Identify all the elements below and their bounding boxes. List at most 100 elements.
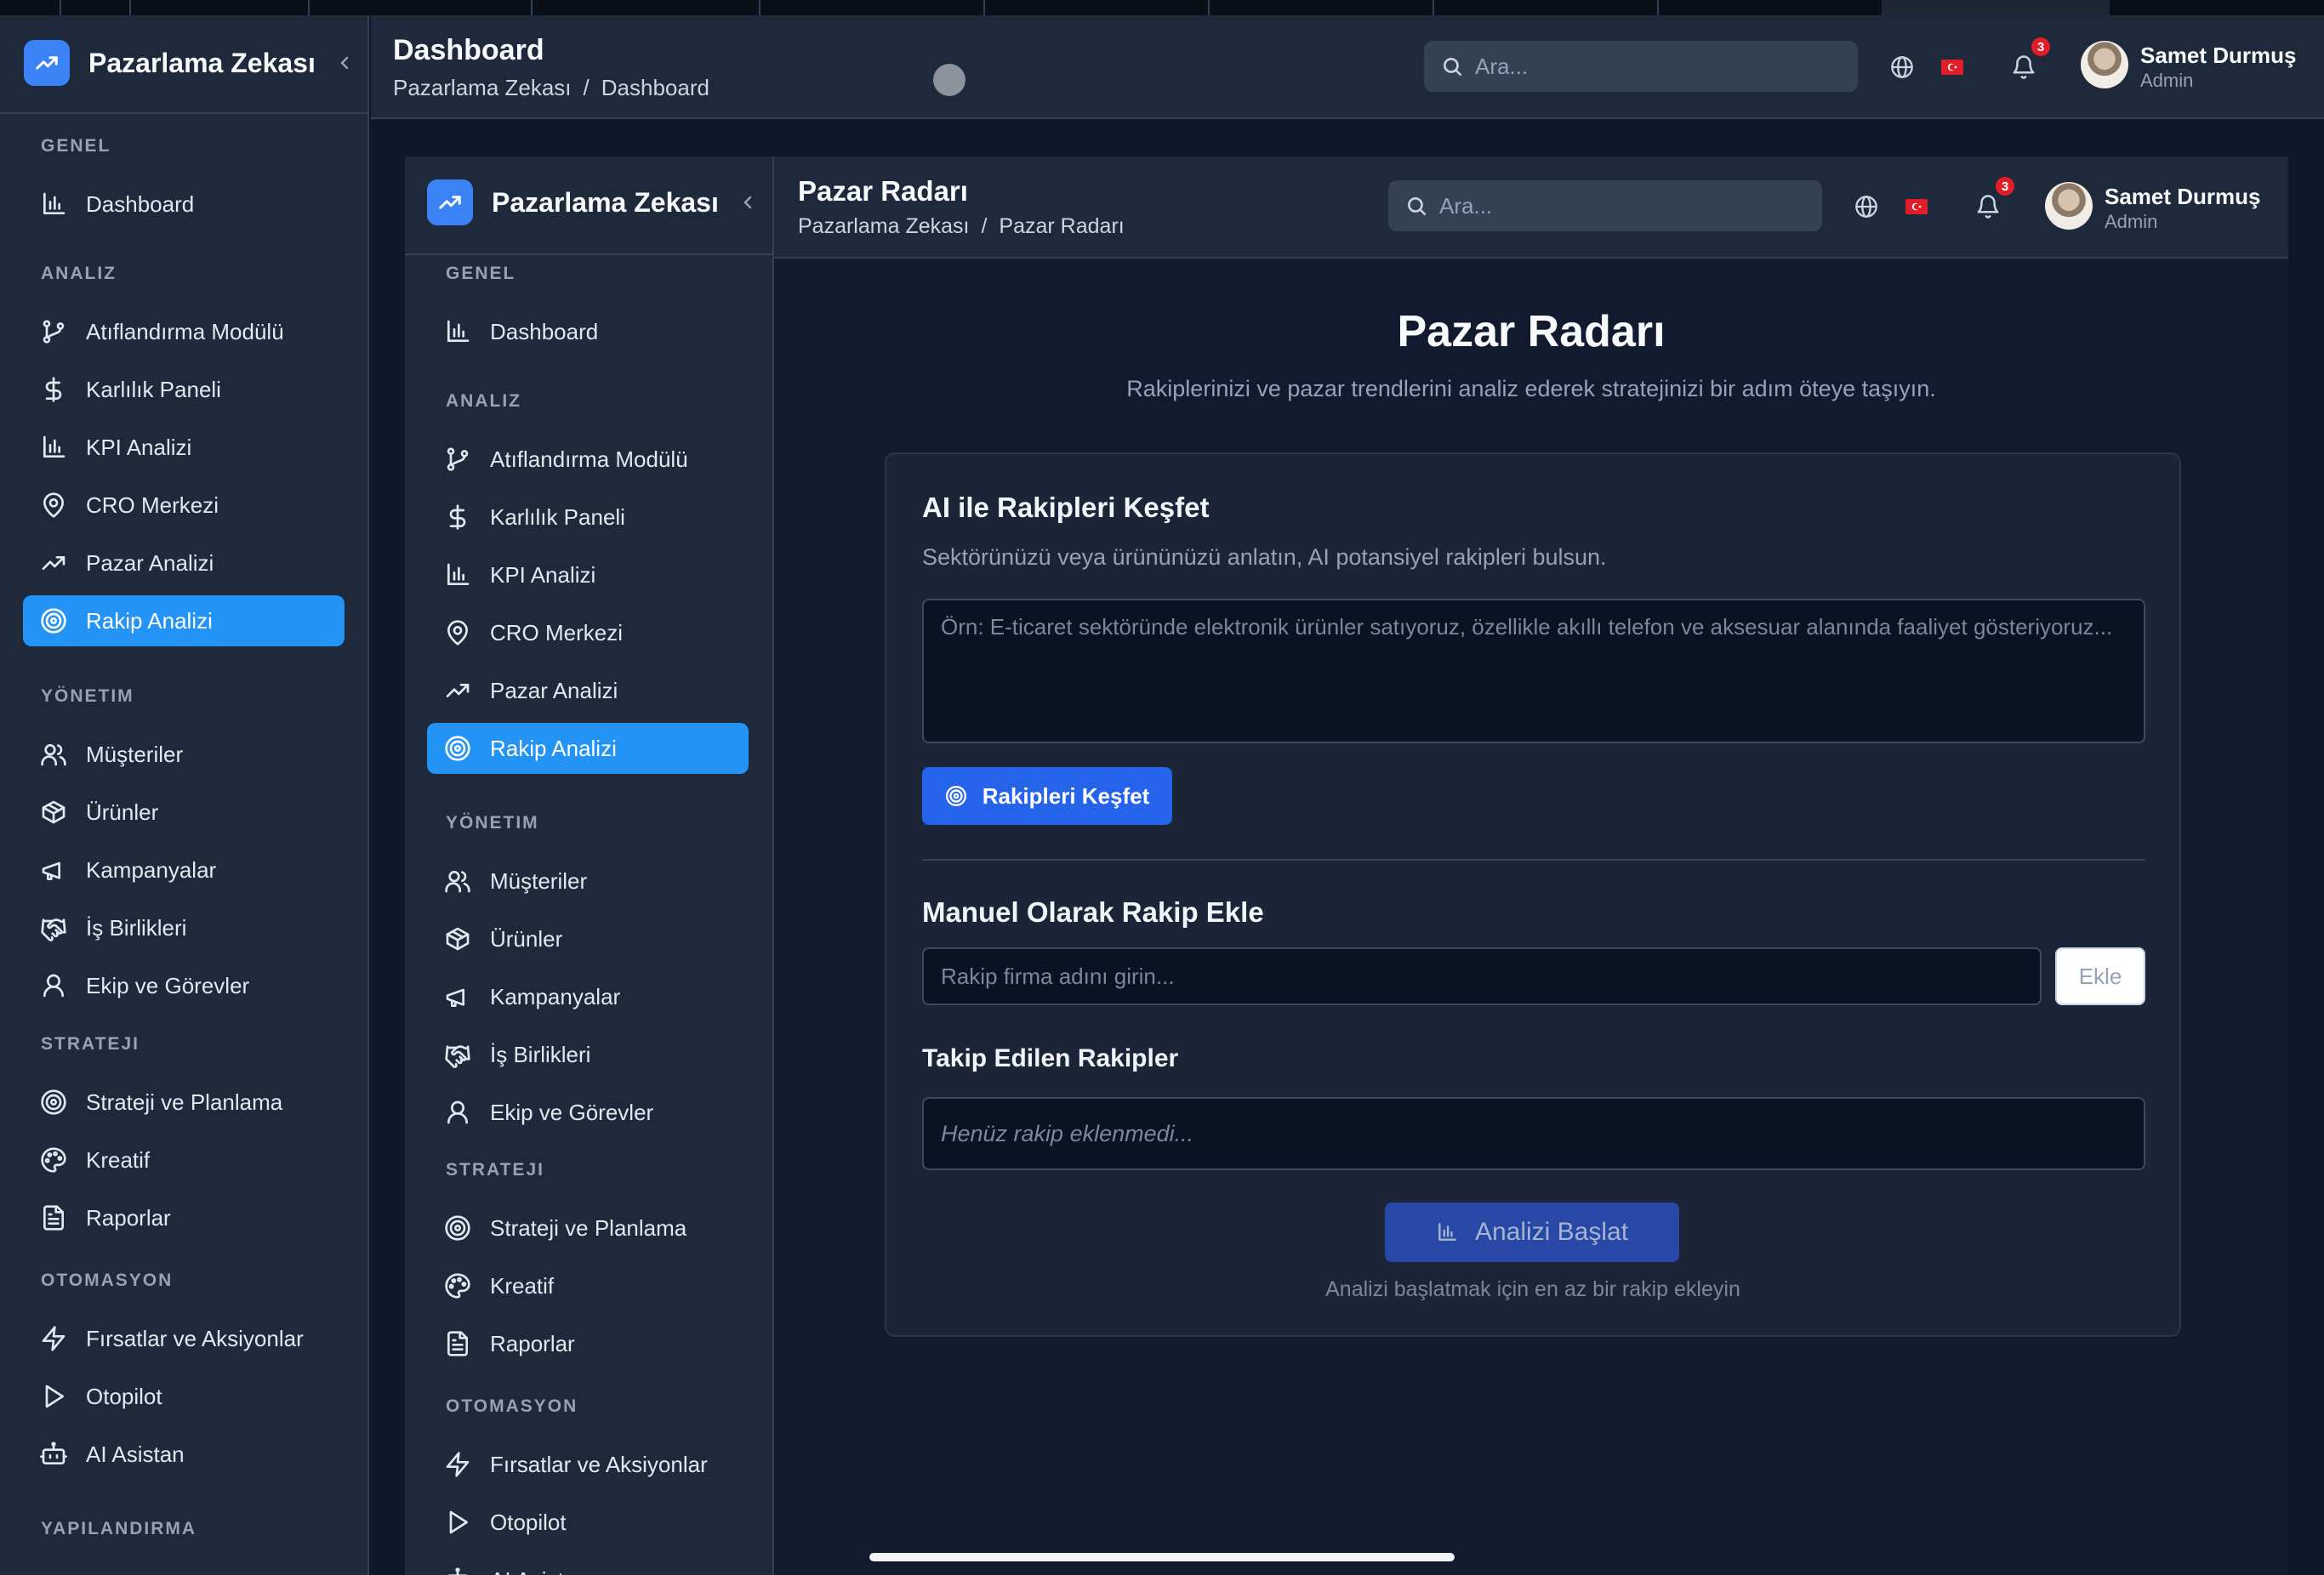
sidebar-item-karlilik-paneli[interactable]: Karlılık Paneli (23, 364, 345, 415)
competitor-name-input[interactable] (922, 947, 2042, 1005)
sidebar-item-label: Strateji ve Planlama (490, 1214, 687, 1241)
sidebar-item-is-birlikleri[interactable]: İş Birlikleri (427, 1029, 749, 1080)
sidebar-item-label: Dashboard (490, 318, 599, 344)
sidebar-item-cro-merkezi[interactable]: CRO Merkezi (427, 607, 749, 658)
sidebar-item-is-birlikleri[interactable]: İş Birlikleri (23, 902, 345, 953)
content-title: Pazar Radarı (1397, 307, 1666, 356)
sidebar-item-pazar-analizi[interactable]: Pazar Analizi (23, 537, 345, 588)
sidebar-item-kreatif[interactable]: Kreatif (23, 1134, 345, 1186)
tracked-competitors-list: Henüz rakip eklenmedi... (922, 1097, 2145, 1170)
add-competitor-button[interactable]: Ekle (2055, 947, 2145, 1005)
breadcrumb-item[interactable]: Pazarlama Zekası (393, 75, 572, 101)
sidebar-item-strateji-ve-planlama[interactable]: Strateji ve Planlama (23, 1077, 345, 1128)
handshake-icon (445, 1045, 470, 1068)
start-analysis-button[interactable]: Analizi Başlat (1385, 1203, 1679, 1262)
sidebar-item-kreatif[interactable]: Kreatif (427, 1260, 749, 1311)
sidebar-item-dashboard[interactable]: Dashboard (23, 179, 345, 230)
tracked-empty-text: Henüz rakip eklenmedi... (941, 1120, 1194, 1146)
sidebar-item-firsatlar-ve-aksiyonlar[interactable]: Fırsatlar ve Aksiyonlar (427, 1439, 749, 1490)
sidebar-item-raporlar[interactable]: Raporlar (23, 1192, 345, 1243)
chevron-left-icon[interactable] (738, 192, 758, 213)
avatar[interactable] (2081, 41, 2128, 88)
sidebar-item-label: Karlılık Paneli (490, 503, 625, 530)
breadcrumb-item: Pazar Radarı (999, 214, 1125, 238)
nav-section-genel: GENEL (446, 264, 516, 283)
sidebar-item-firsatlar-ve-aksiyonlar[interactable]: Fırsatlar ve Aksiyonlar (23, 1313, 345, 1364)
sidebar-item-cro-merkezi[interactable]: CRO Merkezi (23, 480, 345, 531)
sidebar-item-otopilot[interactable]: Otopilot (427, 1497, 749, 1548)
nav-section-strateji: STRATEJI (41, 1034, 140, 1054)
bell-icon[interactable] (1975, 194, 2001, 219)
sidebar-item-raporlar[interactable]: Raporlar (427, 1318, 749, 1369)
discover-competitors-button[interactable]: Rakipleri Keşfet (922, 767, 1172, 825)
sidebar-item-rakip-analizi[interactable]: Rakip Analizi (427, 723, 749, 774)
sidebar-item-ai-asistan[interactable]: AI Asistan (427, 1555, 749, 1575)
sidebar-item-atiflandirma-modulu[interactable]: Atıflandırma Modülü (427, 434, 749, 485)
turkish-flag-icon[interactable] (1905, 199, 1928, 214)
user-name: Samet Durmuş (2105, 184, 2261, 209)
brand[interactable]: Pazarlama Zekası (24, 29, 355, 97)
sidebar-item-label: AI Asistan (86, 1441, 185, 1467)
cursor-indicator (933, 64, 965, 96)
breadcrumb-item[interactable]: Pazarlama Zekası (798, 214, 969, 239)
sidebar-item-label: Strateji ve Planlama (86, 1089, 283, 1115)
sector-description-textarea[interactable] (922, 599, 2145, 743)
sidebar-item-musteriler[interactable]: Müşteriler (23, 729, 345, 780)
brand[interactable]: Pazarlama Zekası (427, 168, 758, 236)
sidebar-item-urunler[interactable]: Ürünler (427, 913, 749, 964)
sidebar-item-label: Rakip Analizi (490, 735, 617, 761)
sidebar-item-urunler[interactable]: Ürünler (23, 787, 345, 838)
sidebar-item-musteriler[interactable]: Müşteriler (427, 856, 749, 907)
globe-icon[interactable] (1890, 55, 1914, 79)
sidebar-item-kampanyalar[interactable]: Kampanyalar (427, 971, 749, 1022)
sidebar-item-kampanyalar[interactable]: Kampanyalar (23, 844, 345, 896)
sidebar-item-atiflandirma-modulu[interactable]: Atıflandırma Modülü (23, 306, 345, 357)
turkish-flag-icon[interactable] (1941, 60, 1963, 75)
sidebar-item-label: Kreatif (490, 1272, 555, 1299)
inner-sidebar: Pazarlama Zekası GENEL Dashboard ANALIZ Atı… (405, 156, 774, 1575)
bar-chart-icon (43, 192, 66, 214)
sidebar-item-ai-asistan[interactable]: AI Asistan (23, 1429, 345, 1480)
user-role: Admin (2140, 70, 2194, 91)
sidebar-item-label: Müşteriler (86, 741, 184, 767)
nav-section-yonetim: YÖNETIM (446, 813, 539, 833)
sidebar-item-label: AI Asistan (490, 1567, 589, 1575)
sidebar-item-ekip-ve-gorevler[interactable]: Ekip ve Görevler (427, 1087, 749, 1138)
inner-header: Pazar Radarı Pazarlama Zekası / Pazar Ra… (774, 156, 2288, 259)
search-icon (1444, 58, 1462, 77)
chevron-left-icon[interactable] (334, 53, 355, 73)
search-input[interactable] (1475, 53, 1841, 80)
target-icon (41, 608, 66, 634)
sidebar-item-otopilot[interactable]: Otopilot (23, 1371, 345, 1422)
search-input[interactable] (1439, 192, 1805, 219)
sidebar-item-karlilik-paneli[interactable]: Karlılık Paneli (427, 492, 749, 543)
sidebar-item-label: KPI Analizi (86, 434, 192, 460)
sidebar-item-kpi-analizi[interactable]: KPI Analizi (427, 549, 749, 600)
sidebar-item-rakip-analizi[interactable]: Rakip Analizi (23, 595, 345, 646)
nav-section-otomasyon: OTOMASYON (41, 1271, 174, 1290)
globe-icon[interactable] (1854, 195, 1878, 219)
nav-section-otomasyon: OTOMASYON (446, 1396, 578, 1416)
sidebar-item-kpi-analizi[interactable]: KPI Analizi (23, 422, 345, 473)
sidebar-item-label: Karlılık Paneli (86, 376, 221, 402)
sidebar-item-label: Atıflandırma Modülü (490, 446, 688, 472)
search-box[interactable] (1388, 180, 1822, 231)
sidebar-item-dashboard[interactable]: Dashboard (427, 306, 749, 357)
discover-competitors-label: Rakipleri Keşfet (982, 782, 1150, 809)
sidebar-item-pazar-analizi[interactable]: Pazar Analizi (427, 665, 749, 716)
sidebar: Pazarlama Zekası GENEL Dashboard ANALIZ Atı… (0, 15, 369, 1575)
bell-icon[interactable] (2011, 54, 2036, 80)
content-subtitle: Rakiplerinizi ve pazar trendlerini anali… (1126, 376, 1936, 401)
tab-separator (983, 0, 985, 15)
play-icon (449, 1510, 468, 1534)
search-box[interactable] (1424, 41, 1858, 92)
tab-separator (1433, 0, 1434, 15)
sidebar-item-ekip-ve-gorevler[interactable]: Ekip ve Görevler (23, 960, 345, 1011)
tab-separator (531, 0, 533, 15)
sidebar-item-strateji-ve-planlama[interactable]: Strateji ve Planlama (427, 1203, 749, 1254)
browser-tab-active[interactable] (1882, 0, 2110, 15)
bar-chart-icon (447, 563, 470, 585)
avatar[interactable] (2045, 182, 2093, 230)
target-icon (445, 1215, 470, 1241)
sidebar-item-label: Ekip ve Görevler (490, 1099, 654, 1125)
